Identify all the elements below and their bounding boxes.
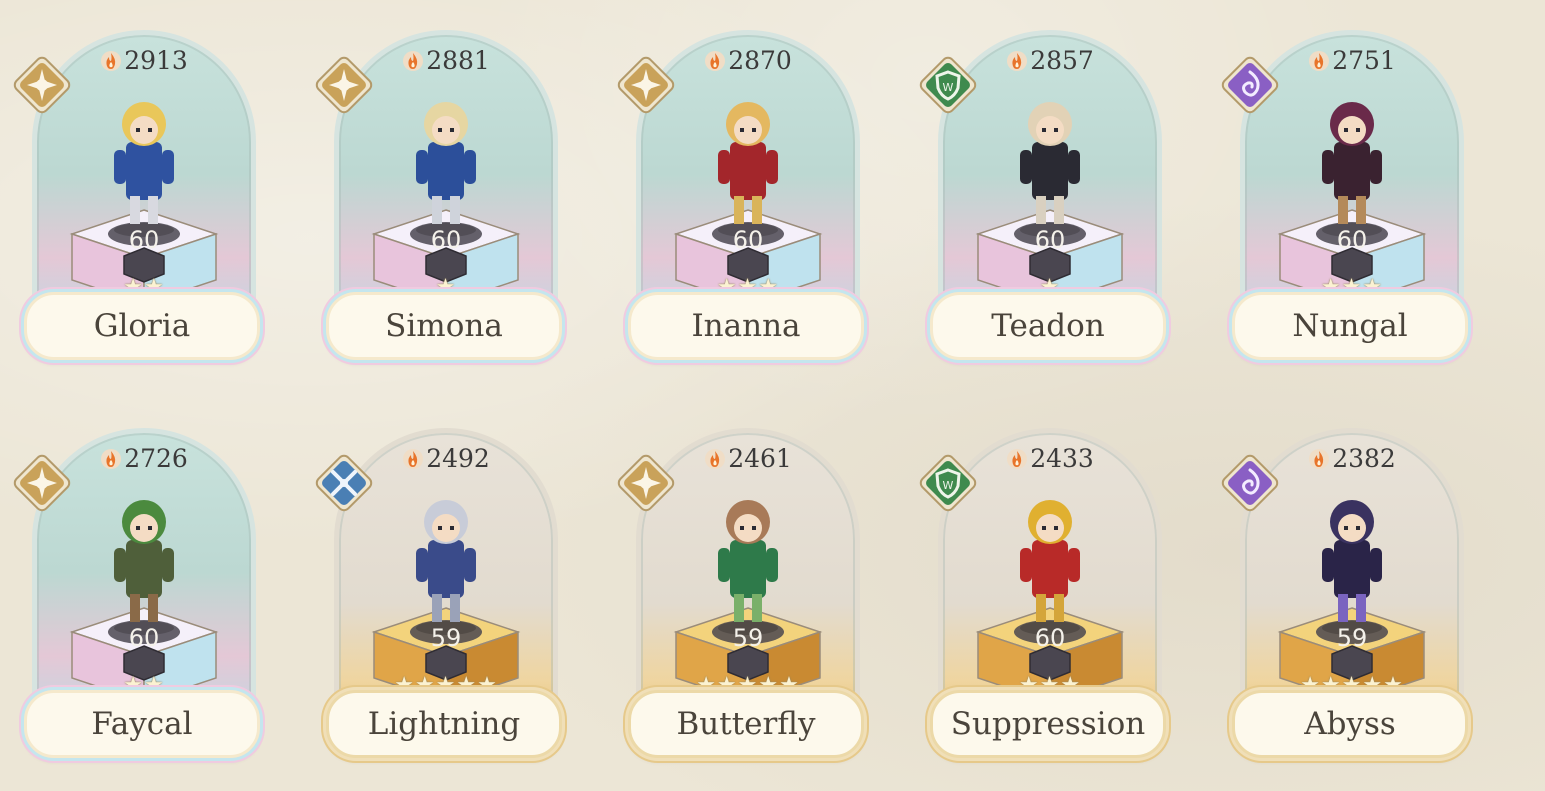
hero-sprite [678, 478, 818, 638]
hero-name-plate: Butterfly [628, 690, 864, 758]
hero-level: 60 [430, 226, 462, 254]
swirl-emblem-icon [1219, 452, 1281, 514]
hero-card[interactable]: 2857 W 60 ★ Teadon [919, 30, 1170, 370]
hero-sprite [74, 80, 214, 240]
power-value: 2913 [124, 46, 188, 75]
hero-level: 60 [1034, 226, 1066, 254]
star-emblem-icon [11, 452, 73, 514]
hero-sprite [980, 80, 1120, 240]
shield-emblem-icon: W [917, 452, 979, 514]
hero-card[interactable]: 2382 59 ★★★★★ Abyss [1221, 428, 1472, 768]
hero-name-plate: Abyss [1232, 690, 1468, 758]
hero-level: 59 [732, 624, 764, 652]
flame-icon [1006, 46, 1030, 75]
power-value: 2881 [426, 46, 490, 75]
hero-card[interactable]: 2461 59 ★★★★★ Butterfly [617, 428, 868, 768]
hero-name-plate: Suppression [930, 690, 1166, 758]
hero-level: 59 [430, 624, 462, 652]
power-value: 2461 [728, 444, 792, 473]
star-emblem-icon [615, 452, 677, 514]
star-emblem-icon [615, 54, 677, 116]
hero-sprite [376, 478, 516, 638]
power-value: 2857 [1030, 46, 1094, 75]
hero-sprite [678, 80, 818, 240]
hero-name-plate: Gloria [24, 292, 260, 360]
cross-blades-emblem-icon [313, 452, 375, 514]
hero-sprite [980, 478, 1120, 638]
power-value: 2382 [1332, 444, 1396, 473]
power-value: 2726 [124, 444, 188, 473]
star-emblem-icon [313, 54, 375, 116]
hero-name-plate: Simona [326, 292, 562, 360]
flame-icon [1308, 444, 1332, 473]
flame-icon [1308, 46, 1332, 75]
hero-level: 60 [1336, 226, 1368, 254]
hero-sprite [74, 478, 214, 638]
hero-name-plate: Nungal [1232, 292, 1468, 360]
swirl-emblem-icon [1219, 54, 1281, 116]
svg-text:W: W [943, 479, 954, 492]
hero-level: 59 [1336, 624, 1368, 652]
flame-icon [100, 444, 124, 473]
hero-name-plate: Lightning [326, 690, 562, 758]
hero-level: 60 [128, 624, 160, 652]
hero-card[interactable]: 2751 60 ★★★ Nungal [1221, 30, 1472, 370]
power-value: 2492 [426, 444, 490, 473]
flame-icon [1006, 444, 1030, 473]
hero-sprite [1282, 478, 1422, 638]
hero-level: 60 [1034, 624, 1066, 652]
hero-card[interactable]: 2913 60 ★★ Gloria [13, 30, 264, 370]
power-value: 2870 [728, 46, 792, 75]
flame-icon [100, 46, 124, 75]
hero-card[interactable]: 2492 59 ★★★★★ Lightning [315, 428, 566, 768]
svg-text:W: W [943, 81, 954, 94]
flame-icon [704, 444, 728, 473]
flame-icon [704, 46, 728, 75]
hero-card[interactable]: 2726 60 ★★ Faycal [13, 428, 264, 768]
hero-card[interactable]: 2870 60 ★★★ Inanna [617, 30, 868, 370]
hero-name-plate: Teadon [930, 292, 1166, 360]
power-value: 2433 [1030, 444, 1094, 473]
hero-name-plate: Faycal [24, 690, 260, 758]
star-emblem-icon [11, 54, 73, 116]
flame-icon [402, 46, 426, 75]
hero-name-plate: Inanna [628, 292, 864, 360]
hero-card[interactable]: 2881 60 ★ Simona [315, 30, 566, 370]
hero-card[interactable]: 2433 W 60 ★★★ Suppression [919, 428, 1170, 768]
flame-icon [402, 444, 426, 473]
hero-sprite [1282, 80, 1422, 240]
shield-emblem-icon: W [917, 54, 979, 116]
hero-level: 60 [732, 226, 764, 254]
hero-sprite [376, 80, 516, 240]
hero-roster-grid: 2913 60 ★★ Gloria 2881 60 ★ Simona 2870 60 ★★★ Inan… [0, 0, 1545, 791]
hero-level: 60 [128, 226, 160, 254]
power-value: 2751 [1332, 46, 1396, 75]
